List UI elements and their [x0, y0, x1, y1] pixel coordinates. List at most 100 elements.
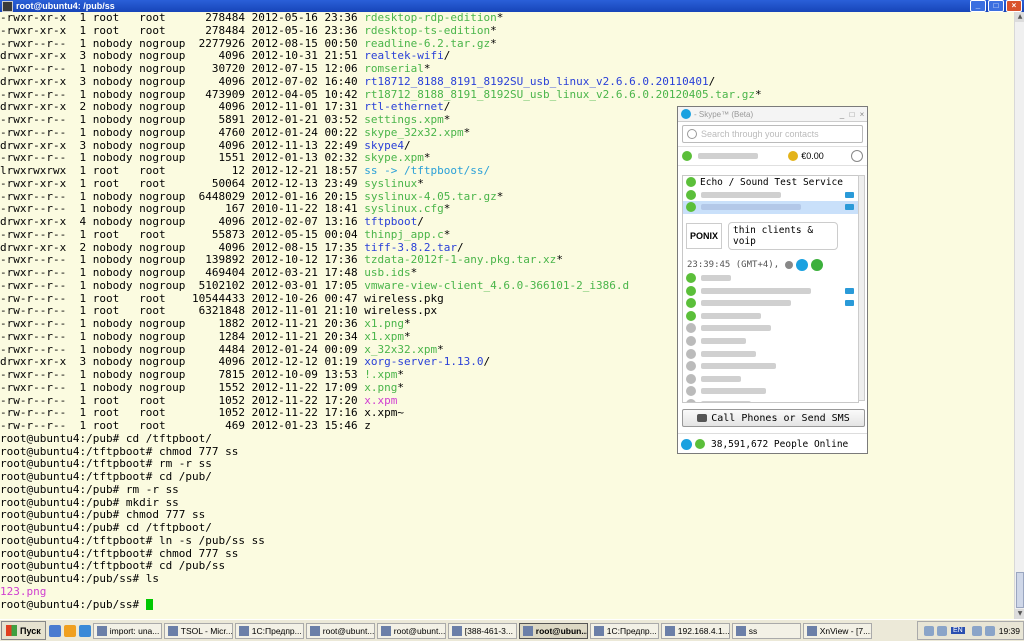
skype-minimize-button[interactable]: _ — [837, 110, 847, 119]
skype-footer: 38,591,672 People Online — [678, 433, 867, 454]
ls-entry-name: x.xpm~ — [364, 406, 404, 420]
ls-entry-name: wireless.pkg — [364, 291, 444, 305]
taskbar-item[interactable]: XnView - [7.... — [802, 622, 872, 639]
taskbar-item[interactable]: 1С:Предпр... — [234, 622, 304, 639]
window-titlebar[interactable]: root@ubuntu4: /pub/ss _ □ × — [0, 0, 1024, 12]
profile-name-redacted[interactable] — [698, 153, 758, 159]
contact-status-icon — [686, 273, 696, 284]
ls-entry-suffix: / — [417, 215, 424, 228]
taskbar-item[interactable]: root@ubunt... — [305, 622, 375, 639]
ls-entry-meta: -rw-r--r-- 1 root root 469 2012-01-23 15… — [0, 419, 365, 432]
more-options-icon[interactable] — [785, 260, 794, 269]
scroll-down-arrow-icon[interactable]: ▼ — [1015, 609, 1024, 619]
clock-icon[interactable] — [851, 150, 863, 162]
skype-maximize-button[interactable]: □ — [847, 110, 857, 119]
taskbar-item[interactable]: import: una... — [92, 622, 162, 639]
tray-app-icon[interactable] — [923, 625, 934, 636]
chat-icon[interactable] — [796, 258, 809, 271]
contact-row[interactable] — [683, 335, 858, 348]
contact-row[interactable] — [683, 322, 858, 335]
skype-window: - Skype™ (Beta) _ □ × Search through you… — [677, 106, 868, 454]
taskbar-item-label: [388-461-3... — [464, 625, 513, 636]
taskbar-item[interactable]: root@ubun... — [518, 622, 588, 639]
call-icon[interactable] — [811, 258, 824, 271]
taskbar-item-label: root@ubunt... — [322, 625, 375, 636]
ls-entry-meta: drwxr-xr-x 3 nobody nogroup 4096 2012-12… — [0, 355, 365, 369]
clock[interactable]: 19:39 — [999, 626, 1020, 636]
contact-row[interactable] — [683, 297, 858, 310]
ls-entry-meta: drwxr-xr-x 3 nobody nogroup 4096 2012-11… — [0, 138, 365, 152]
prompt-text: root@ubuntu4:/pub/ss# — [0, 597, 146, 611]
status-menu-icon[interactable] — [695, 439, 705, 449]
taskbar-item[interactable]: 192.168.4.1... — [660, 622, 730, 639]
contact-status-icon — [686, 189, 696, 200]
ls-entry-meta: -rwxr--r-- 1 nobody nogroup 5891 2012-01… — [0, 113, 365, 126]
contact-row-selected[interactable] — [683, 201, 858, 214]
mood-message: thin clients & voip — [728, 221, 838, 250]
contact-list[interactable]: Echo / Sound Test Service PONIX thin cli… — [682, 175, 859, 403]
contact-row[interactable] — [683, 347, 858, 360]
contact-row[interactable] — [683, 373, 858, 386]
skype-tray-icon[interactable] — [984, 625, 995, 636]
contact-row[interactable] — [683, 360, 858, 373]
taskbar-item[interactable]: TSOL - Micr... — [163, 622, 233, 639]
ls-entry-suffix: * — [490, 23, 497, 37]
contact-status-icon — [686, 177, 696, 188]
scroll-up-arrow-icon[interactable]: ▲ — [1015, 12, 1024, 22]
call-phones-button[interactable]: Call Phones or Send SMS — [682, 409, 865, 427]
ls-entry-name: !.xpm — [364, 368, 398, 381]
language-indicator[interactable]: EN — [950, 627, 965, 634]
ls-entry-meta: -rwxr--r-- 1 nobody nogroup 1552 2012-11… — [0, 380, 365, 394]
contact-name-redacted — [701, 363, 776, 370]
skype-close-button[interactable]: × — [857, 110, 867, 119]
close-button[interactable]: × — [1006, 0, 1022, 12]
skype-balance[interactable]: €0.00 — [801, 151, 824, 161]
skype-logo-icon[interactable] — [681, 438, 692, 450]
taskbar-item-label: root@ubunt... — [393, 625, 446, 636]
terminal-scrollbar[interactable]: ▲ ▼ — [1014, 12, 1024, 619]
ie-icon[interactable] — [78, 624, 91, 637]
ls-entry-name: realtek-wifi — [364, 49, 444, 63]
contact-status-icon — [686, 285, 696, 296]
start-button[interactable]: Пуск — [1, 621, 46, 640]
contact-row[interactable] — [683, 272, 858, 285]
scroll-thumb[interactable] — [1016, 572, 1024, 608]
phone-icon — [845, 287, 854, 294]
contact-row[interactable] — [683, 398, 858, 402]
ls-entry-name: thinpj_app.c — [364, 227, 444, 241]
browser-icon[interactable] — [63, 624, 76, 637]
taskbar-item[interactable]: root@ubunt... — [376, 622, 446, 639]
contact-row[interactable] — [683, 385, 858, 398]
ls-entry-meta: lrwxrwxrwx 1 root root 12 2012-12-21 18:… — [0, 164, 365, 177]
contact-list-scrollbar[interactable] — [858, 175, 865, 401]
ls-entry-suffix: * — [754, 87, 762, 101]
contact-row[interactable] — [683, 189, 858, 202]
taskbar-item[interactable]: 1С:Предпр... — [589, 622, 659, 639]
ls-entry-meta: drwxr-xr-x 4 nobody nogroup 4096 2012-02… — [0, 215, 365, 228]
prompt-line[interactable]: root@ubuntu4:/pub/ss# — [0, 597, 1014, 612]
ls-entry-suffix: * — [490, 36, 497, 50]
contact-row[interactable] — [683, 284, 858, 297]
contact-group-echo[interactable]: Echo / Sound Test Service — [683, 176, 858, 189]
maximize-button[interactable]: □ — [988, 0, 1004, 12]
ls-entry-name: settings.xpm — [364, 113, 444, 126]
taskbar-item-label: import: una... — [109, 625, 160, 636]
network-icon[interactable] — [936, 625, 947, 636]
volume-icon[interactable] — [971, 625, 982, 636]
ls-entry-meta: -rwxr--r-- 1 nobody nogroup 139892 2012-… — [0, 253, 365, 267]
contact-search-input[interactable]: Search through your contacts — [682, 125, 863, 143]
taskbar-item[interactable]: [388-461-3... — [447, 622, 517, 639]
contact-name: Echo / Sound Test Service — [700, 176, 843, 188]
skype-logo-icon — [681, 109, 691, 119]
contact-name-redacted — [701, 204, 801, 211]
minimize-button[interactable]: _ — [970, 0, 986, 12]
app-icon — [593, 625, 604, 636]
ls-entry-name: rtl-ethernet — [364, 100, 444, 114]
ls-entry-name: syslinux — [364, 176, 418, 190]
online-status-icon[interactable] — [682, 151, 692, 161]
show-desktop-icon[interactable] — [48, 624, 61, 637]
skype-titlebar[interactable]: - Skype™ (Beta) _ □ × — [678, 107, 867, 122]
taskbar-item[interactable]: ss — [731, 622, 801, 639]
contact-row[interactable] — [683, 310, 858, 323]
app-icon — [238, 625, 249, 636]
